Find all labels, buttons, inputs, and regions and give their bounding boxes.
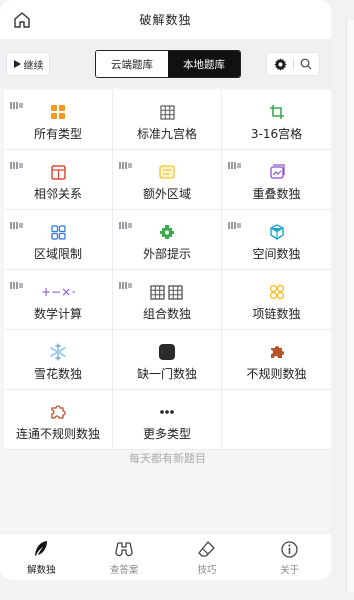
puzzle-type-1[interactable]: 所有类型 [4, 90, 113, 150]
rounded-square-icon [158, 343, 176, 361]
overlap-icon [269, 163, 285, 181]
puzzle-type-label: 所有类型 [33, 127, 82, 141]
info-icon [281, 540, 299, 558]
four-squares-icon [50, 103, 66, 121]
puzzle-type-17[interactable]: 更多类型 [113, 390, 222, 450]
app-window: 破解数独 继续 云端题库 本地题库 所有类型 标准九宫格 3-16宫格相邻关系 额外区… [0, 0, 331, 580]
svg-text:+−×÷: +−×÷ [41, 286, 75, 298]
puzzle-type-label: 外部提示 [142, 247, 191, 261]
puzzle-type-label: 数学计算 [33, 307, 82, 321]
tab-2[interactable]: 查答案 [83, 534, 166, 580]
puzzle-type-label: 雪花数独 [33, 367, 82, 381]
math-icon: +−×÷ [41, 283, 75, 301]
flag-badge-icon [10, 214, 24, 229]
crop-icon [269, 103, 285, 121]
puzzle-type-label: 缺一门数独 [136, 367, 197, 381]
puzzle-piece-icon [269, 343, 285, 361]
puzzle-type-15[interactable]: 不规则数独 [222, 330, 331, 390]
continue-label: 继续 [23, 60, 44, 72]
puzzle-type-label: 更多类型 [142, 427, 191, 441]
snowflake-icon [49, 343, 67, 361]
puzzle-type-label: 不规则数独 [246, 367, 307, 381]
puzzle-type-9[interactable]: 空间数独 [222, 210, 331, 270]
tab-label: 技巧 [197, 565, 217, 576]
flag-badge-icon [228, 154, 242, 169]
header: 破解数独 [0, 0, 331, 40]
divider [293, 58, 294, 70]
daily-new-puzzles-note: 每天都有新题目 [129, 452, 206, 465]
eraser-icon [198, 540, 216, 558]
puzzle-type-7[interactable]: 区域限制 [4, 210, 113, 270]
empty-cell [222, 390, 331, 450]
highlight-region-icon [159, 163, 175, 181]
puzzle-type-12[interactable]: 项链数独 [222, 270, 331, 330]
adjacent-panel-edge [346, 20, 354, 592]
tab-cloud-library[interactable]: 云端题库 [96, 51, 168, 77]
flag-badge-icon [10, 154, 24, 169]
puzzle-type-4[interactable]: 相邻关系 [4, 150, 113, 210]
puzzle-type-5[interactable]: 额外区域 [113, 150, 222, 210]
puzzle-outline-icon [50, 403, 66, 421]
puzzle-type-13[interactable]: 雪花数独 [4, 330, 113, 390]
play-icon [13, 60, 21, 68]
necklace-icon [269, 283, 285, 301]
tab-local-library[interactable]: 本地题库 [168, 51, 240, 77]
search-icon[interactable] [300, 58, 312, 70]
puzzle-type-14[interactable]: 缺一门数独 [113, 330, 222, 390]
cube-icon [269, 223, 285, 241]
puzzle-type-label: 额外区域 [142, 187, 191, 201]
double-grid-icon [150, 283, 184, 301]
puzzle-type-label: 标准九宫格 [136, 127, 197, 141]
more-dots-icon [159, 403, 175, 421]
flag-badge-icon [10, 274, 24, 289]
tab-4[interactable]: 关于 [248, 534, 331, 580]
puzzle-type-label: 相邻关系 [33, 187, 82, 201]
puzzle-type-label: 重叠数独 [252, 187, 301, 201]
settings-gear-icon[interactable] [274, 57, 287, 71]
bottom-tab-bar: 解数独 查答案 技巧 关于 [0, 533, 331, 580]
home-icon[interactable] [12, 10, 32, 30]
tools-group [266, 52, 320, 76]
gear-puzzle-icon [159, 223, 175, 241]
puzzle-type-3[interactable]: 3-16宫格 [222, 90, 331, 150]
region-grid-icon [50, 223, 66, 241]
puzzle-type-8[interactable]: 外部提示 [113, 210, 222, 270]
binoculars-icon [115, 540, 133, 558]
flag-badge-icon [119, 214, 133, 229]
flag-badge-icon [228, 214, 242, 229]
tab-3[interactable]: 技巧 [166, 534, 249, 580]
window-icon [50, 163, 66, 181]
puzzle-type-label: 项链数独 [252, 307, 301, 321]
flag-badge-icon [119, 274, 133, 289]
continue-button[interactable]: 继续 [6, 52, 50, 76]
nine-grid-icon [159, 103, 175, 121]
tab-label: 解数独 [27, 565, 56, 576]
puzzle-type-2[interactable]: 标准九宫格 [113, 90, 222, 150]
puzzle-type-11[interactable]: 组合数独 [113, 270, 222, 330]
puzzle-type-16[interactable]: 连通不规则数独 [4, 390, 113, 450]
tab-label: 关于 [280, 565, 300, 576]
source-segmented-control: 云端题库 本地题库 [95, 50, 241, 78]
puzzle-type-label: 组合数独 [142, 307, 191, 321]
puzzle-type-label: 空间数独 [252, 247, 301, 261]
puzzle-type-6[interactable]: 重叠数独 [222, 150, 331, 210]
page-title: 破解数独 [139, 13, 192, 27]
puzzle-type-label: 区域限制 [33, 247, 82, 261]
feather-icon [32, 540, 50, 558]
puzzle-type-label: 连通不规则数独 [15, 427, 100, 441]
flag-badge-icon [119, 154, 133, 169]
puzzle-type-label: 3-16宫格 [250, 127, 303, 141]
puzzle-type-grid: 所有类型 标准九宫格 3-16宫格相邻关系 额外区域 重叠数独区域限制 外部提示 空间数独 +… [4, 90, 331, 450]
flag-badge-icon [10, 94, 24, 109]
tab-1[interactable]: 解数独 [0, 534, 83, 580]
tab-label: 查答案 [109, 565, 139, 576]
puzzle-type-10[interactable]: +−×÷ 数学计算 [4, 270, 113, 330]
toolbar: 继续 云端题库 本地题库 [0, 40, 331, 88]
